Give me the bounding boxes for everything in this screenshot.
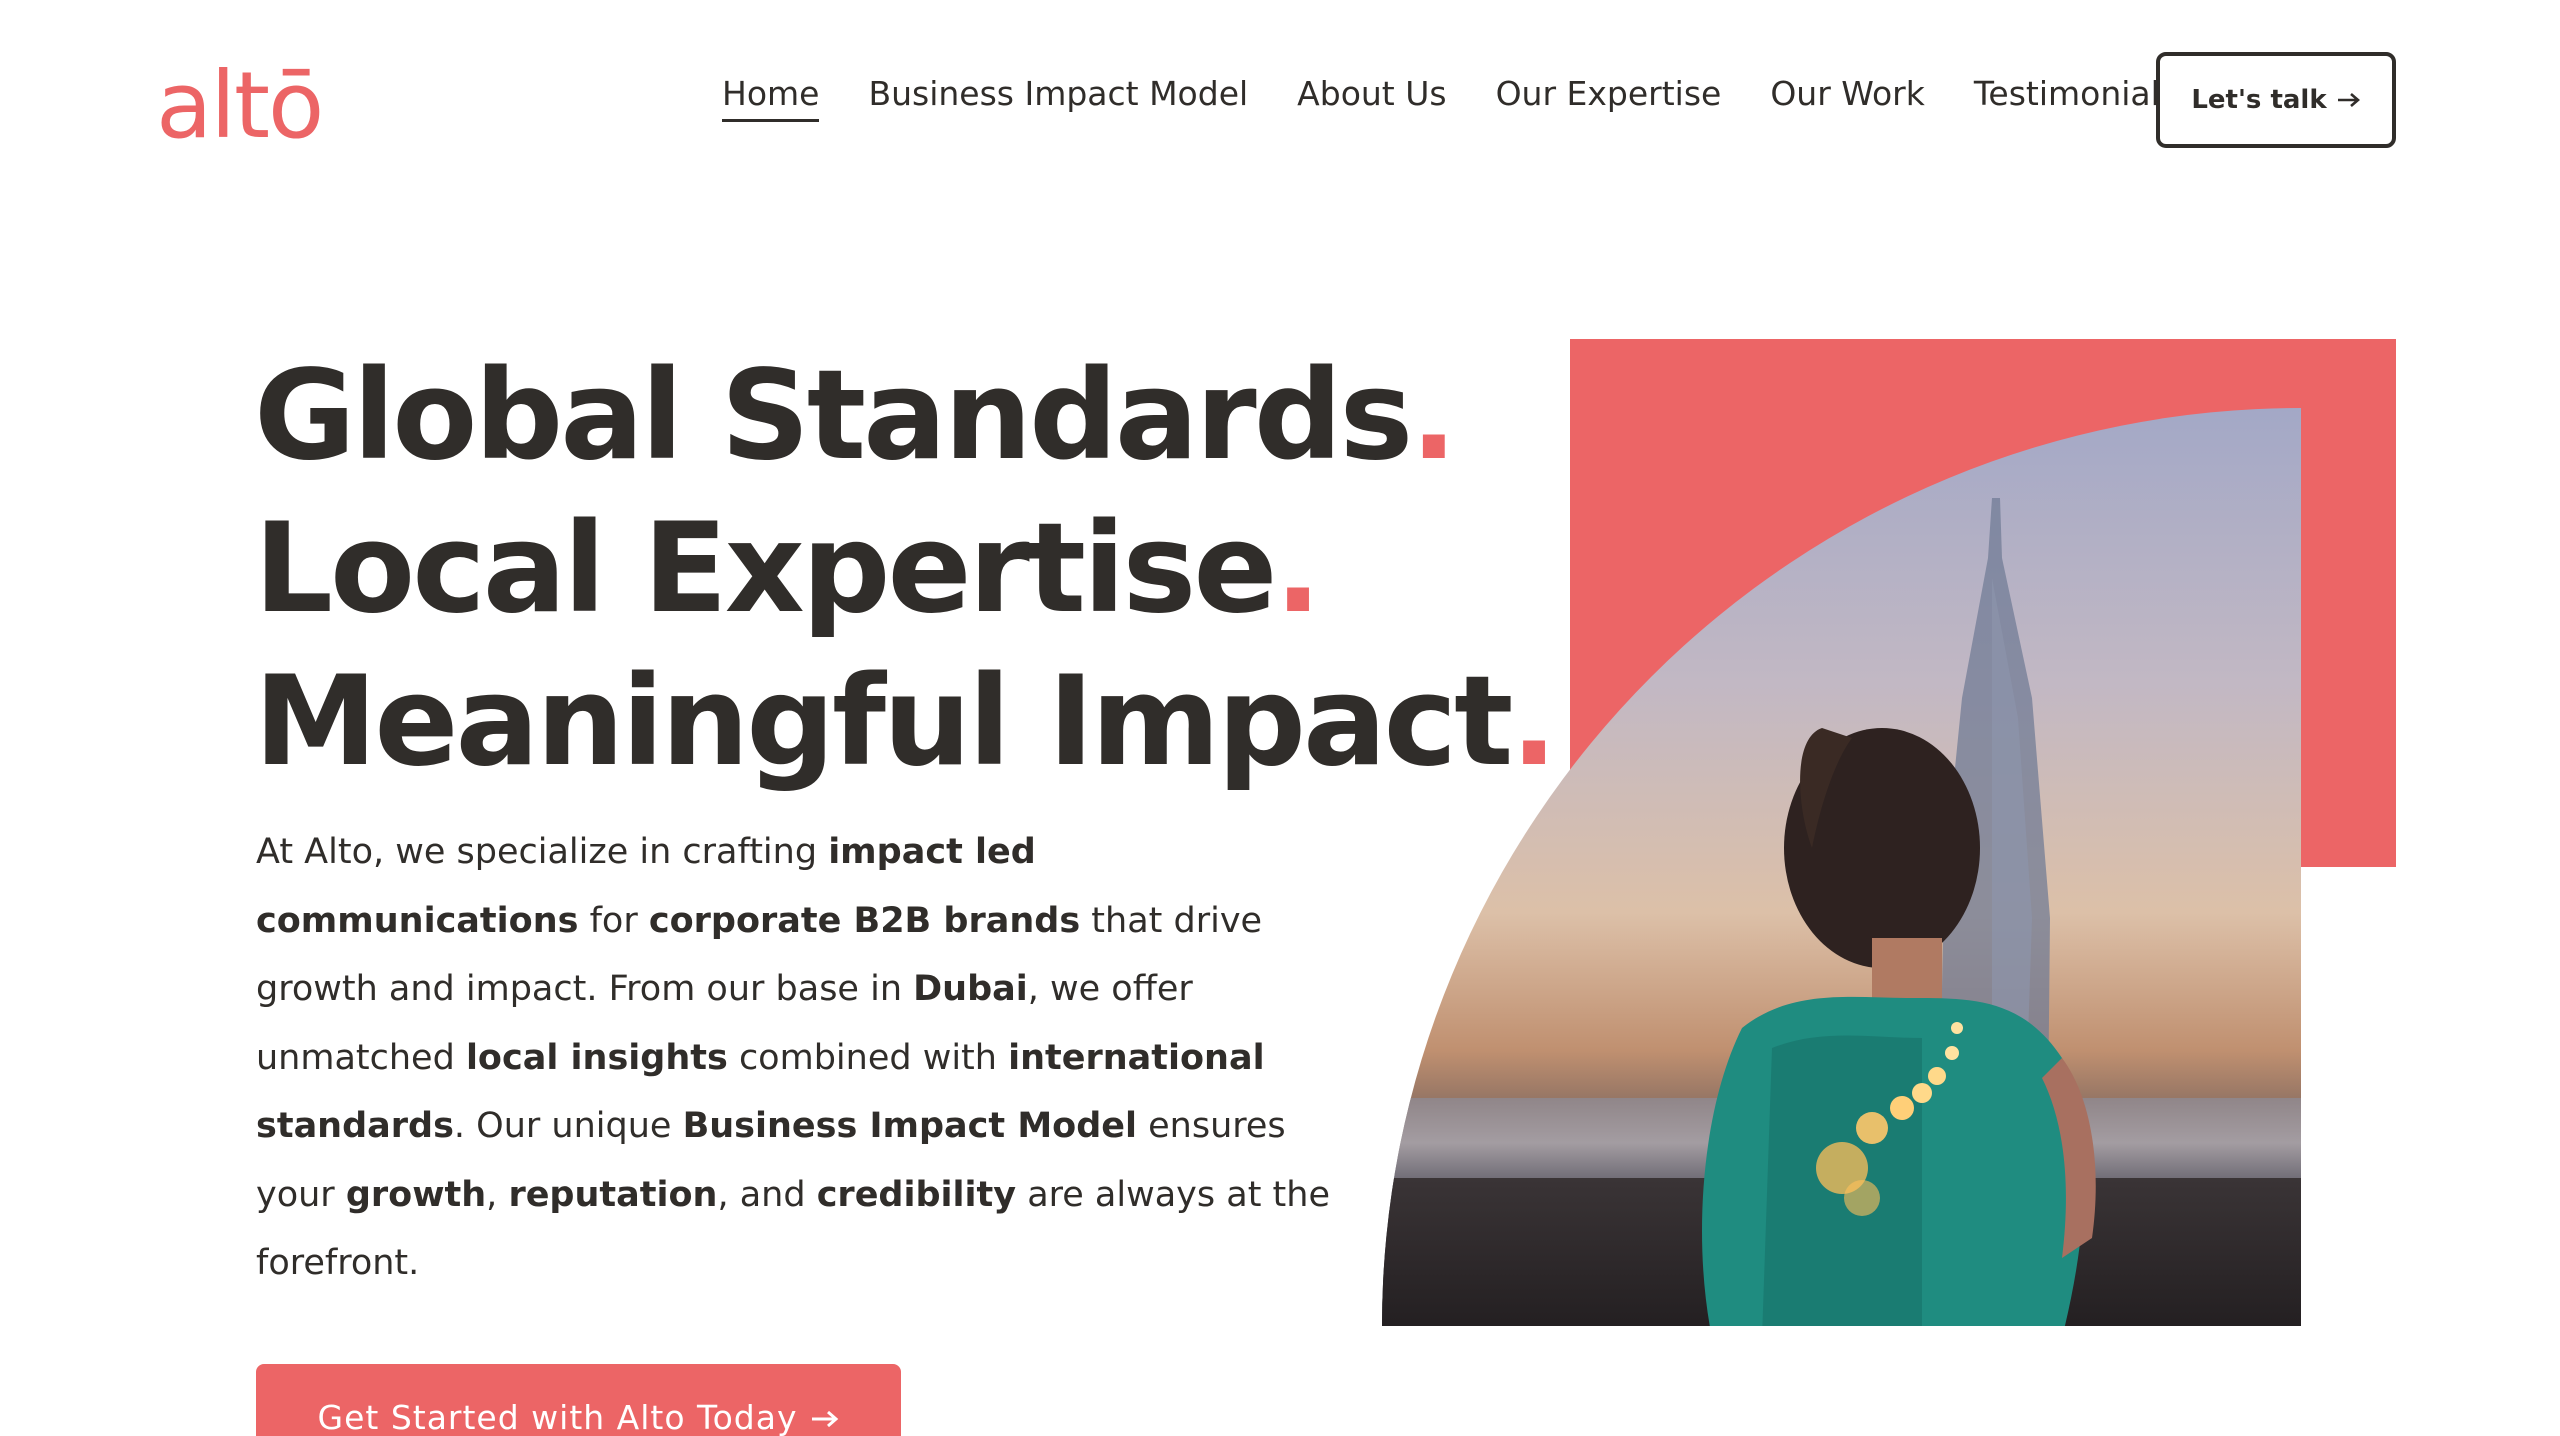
hero-title: Global Standards. Local Expertise. Meani… <box>254 340 1558 799</box>
hero-line-global-standards: Global Standards. <box>254 344 1457 488</box>
hero-description: At Alto, we specialize in crafting impac… <box>256 832 1330 1283</box>
lets-talk-button[interactable]: Let's talk <box>2156 52 2396 148</box>
accent-dot: . <box>1510 650 1557 794</box>
arrow-right-icon <box>2337 85 2361 115</box>
get-started-button[interactable]: Get Started with Alto Today <box>256 1364 901 1436</box>
arrow-right-icon <box>811 1398 839 1436</box>
main-nav: Home Business Impact Model About Us Our … <box>722 74 2226 122</box>
nav-item-our-work[interactable]: Our Work <box>1770 74 1925 122</box>
page: altō Home Business Impact Model About Us… <box>0 0 2560 1436</box>
logo-text: altō <box>156 52 324 159</box>
nav-item-business-impact-model[interactable]: Business Impact Model <box>868 74 1248 122</box>
nav-item-about-us[interactable]: About Us <box>1297 74 1446 122</box>
woman-silhouette <box>1702 728 2096 1326</box>
accent-dot: . <box>1410 344 1457 488</box>
get-started-label: Get Started with Alto Today <box>317 1398 798 1436</box>
nav-item-our-expertise[interactable]: Our Expertise <box>1496 74 1722 122</box>
lets-talk-label: Let's talk <box>2191 85 2327 115</box>
nav-item-home[interactable]: Home <box>722 74 820 122</box>
hero-line-local-expertise: Local Expertise. <box>254 497 1322 641</box>
accent-dot: . <box>1274 497 1321 641</box>
nav-item-testimonials[interactable]: Testimonials <box>1974 74 2177 122</box>
alto-logo[interactable]: altō <box>156 52 324 159</box>
hero-line-meaningful-impact: Meaningful Impact. <box>254 650 1558 794</box>
